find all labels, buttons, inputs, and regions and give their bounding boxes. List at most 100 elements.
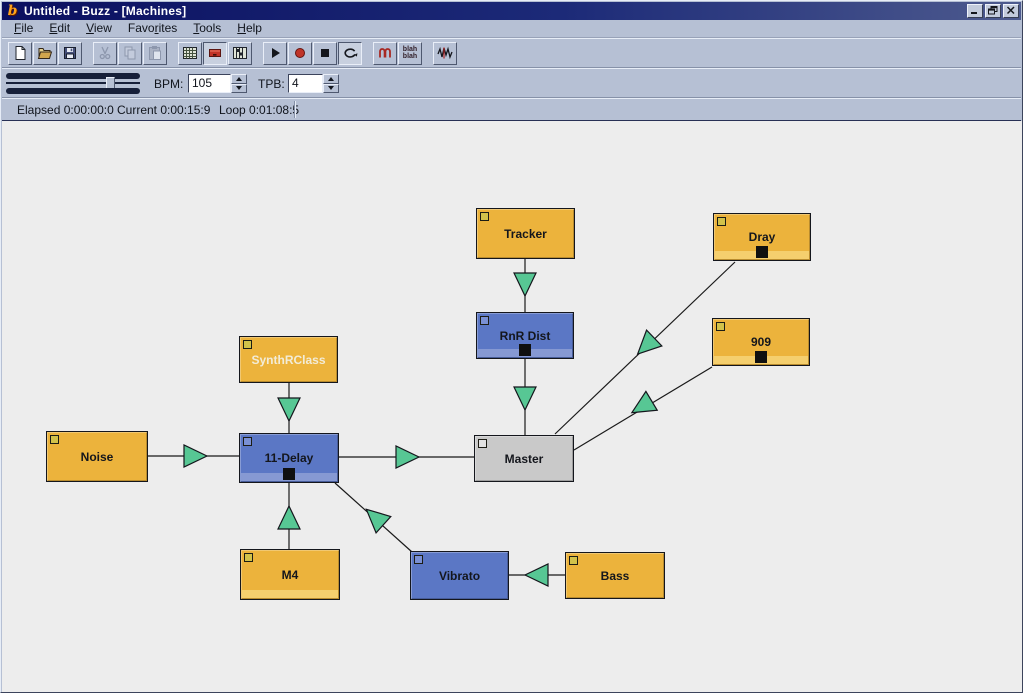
menu-favorites[interactable]: Favorites (120, 20, 185, 37)
minimize-icon (970, 2, 980, 20)
down-arrow-icon (328, 86, 334, 90)
toolbar-group: blahblah (373, 42, 422, 65)
loop-time: Loop 0:01:08:5 (219, 99, 299, 121)
bpm-spinner: 105 (188, 74, 247, 93)
bpm-label: BPM: (154, 69, 183, 99)
wavetable-button[interactable] (433, 42, 457, 65)
play-button[interactable] (263, 42, 287, 65)
copy-icon (122, 45, 138, 61)
machine-tracker[interactable]: Tracker (476, 208, 575, 259)
bpm-up-button[interactable] (231, 74, 247, 84)
menu-view[interactable]: View (78, 20, 120, 37)
slider-track[interactable] (6, 82, 140, 84)
menu-edit[interactable]: Edit (41, 20, 78, 37)
record-icon (292, 45, 308, 61)
machine-mute-square[interactable] (519, 344, 531, 356)
status-bar: Elapsed 0:00:00:0 Current 0:00:15:9 Loop… (2, 98, 1021, 121)
restore-icon (988, 2, 998, 20)
loop-button[interactable] (338, 42, 362, 65)
tpb-input[interactable]: 4 (288, 74, 323, 93)
title-bar[interactable]: b Untitled - Buzz - [Machines] (2, 2, 1021, 20)
toolbar-group (263, 42, 362, 65)
red-glyph-icon (377, 45, 393, 61)
play-icon (267, 45, 283, 61)
menu-bar: FileEditViewFavoritesToolsHelp (2, 20, 1021, 38)
machine-synthrclass[interactable]: SynthRClass (239, 336, 338, 383)
menu-file[interactable]: File (6, 20, 41, 37)
scissors-icon (97, 45, 113, 61)
save-button[interactable] (58, 42, 82, 65)
machine-rnr-dist[interactable]: RnR Dist (476, 312, 574, 359)
song-info-button[interactable]: blahblah (398, 42, 422, 65)
copy-button[interactable] (118, 42, 142, 65)
current-time: Current 0:00:15:9 (117, 99, 210, 121)
volume-arrow[interactable] (626, 391, 657, 422)
toolbar-group (8, 42, 82, 65)
sequence-grid-icon (232, 45, 248, 61)
volume-arrow[interactable] (278, 398, 300, 421)
loop-editor-button[interactable] (373, 42, 397, 65)
machine-mute-square[interactable] (283, 468, 295, 480)
sequence-editor-button[interactable] (228, 42, 252, 65)
volume-arrow[interactable] (514, 387, 536, 410)
machine-11-delay[interactable]: 11-Delay (239, 433, 339, 483)
window-controls (967, 4, 1019, 18)
machine-bass[interactable]: Bass (565, 552, 665, 599)
open-folder-icon (37, 45, 53, 61)
machine-label: Bass (566, 553, 664, 598)
toolbar-group (93, 42, 167, 65)
machine-view-button[interactable] (203, 42, 227, 65)
up-arrow-icon (236, 77, 242, 81)
close-button[interactable] (1003, 4, 1019, 18)
machines-canvas[interactable]: Tracker Dray 909 RnR Dist SynthRClass Noise 11… (2, 121, 1023, 693)
tpb-spinner: 4 (288, 74, 339, 93)
toolbar-group (433, 42, 457, 65)
up-arrow-icon (328, 77, 334, 81)
machine-m4[interactable]: M4 (240, 549, 340, 600)
machine-label: Tracker (477, 209, 574, 258)
bpm-input[interactable]: 105 (188, 74, 231, 93)
record-button[interactable] (288, 42, 312, 65)
minimize-button[interactable] (967, 4, 983, 18)
volume-arrow[interactable] (396, 446, 419, 468)
red-machine-box-icon (207, 45, 223, 61)
tpb-label: TPB: (258, 69, 285, 99)
lower-slider-bar[interactable] (6, 88, 140, 94)
paste-button[interactable] (143, 42, 167, 65)
machine-label: Master (475, 436, 573, 481)
upper-slider-bar[interactable] (6, 73, 140, 79)
volume-arrow[interactable] (525, 564, 548, 586)
volume-arrow[interactable] (514, 273, 536, 296)
machine-dray[interactable]: Dray (713, 213, 811, 261)
machine-mute-square[interactable] (756, 246, 768, 258)
waveform-icon (437, 45, 453, 61)
tpb-down-button[interactable] (323, 84, 339, 94)
machine-label: M4 (241, 550, 339, 599)
menu-tools[interactable]: Tools (185, 20, 229, 37)
open-button[interactable] (33, 42, 57, 65)
window-title: Untitled - Buzz - [Machines] (24, 2, 967, 20)
restore-button[interactable] (985, 4, 1001, 18)
pattern-editor-button[interactable] (178, 42, 202, 65)
cut-button[interactable] (93, 42, 117, 65)
paste-icon (147, 45, 163, 61)
machine-909[interactable]: 909 (712, 318, 810, 366)
toolbar-group (178, 42, 252, 65)
machine-label: SynthRClass (240, 337, 337, 382)
volume-arrow[interactable] (278, 506, 300, 529)
machine-noise[interactable]: Noise (46, 431, 148, 482)
machine-vibrato[interactable]: Vibrato (410, 551, 509, 600)
new-button[interactable] (8, 42, 32, 65)
bpm-down-button[interactable] (231, 84, 247, 94)
blah-blah-icon: blahblah (403, 46, 417, 60)
toolbar: blahblah (2, 38, 1021, 68)
stop-icon (317, 45, 333, 61)
close-icon (1006, 2, 1016, 20)
machine-mute-square[interactable] (755, 351, 767, 363)
stop-button[interactable] (313, 42, 337, 65)
machine-master[interactable]: Master (474, 435, 574, 482)
tpb-up-button[interactable] (323, 74, 339, 84)
status-divider (294, 101, 296, 118)
menu-help[interactable]: Help (229, 20, 270, 37)
volume-arrow[interactable] (184, 445, 207, 467)
